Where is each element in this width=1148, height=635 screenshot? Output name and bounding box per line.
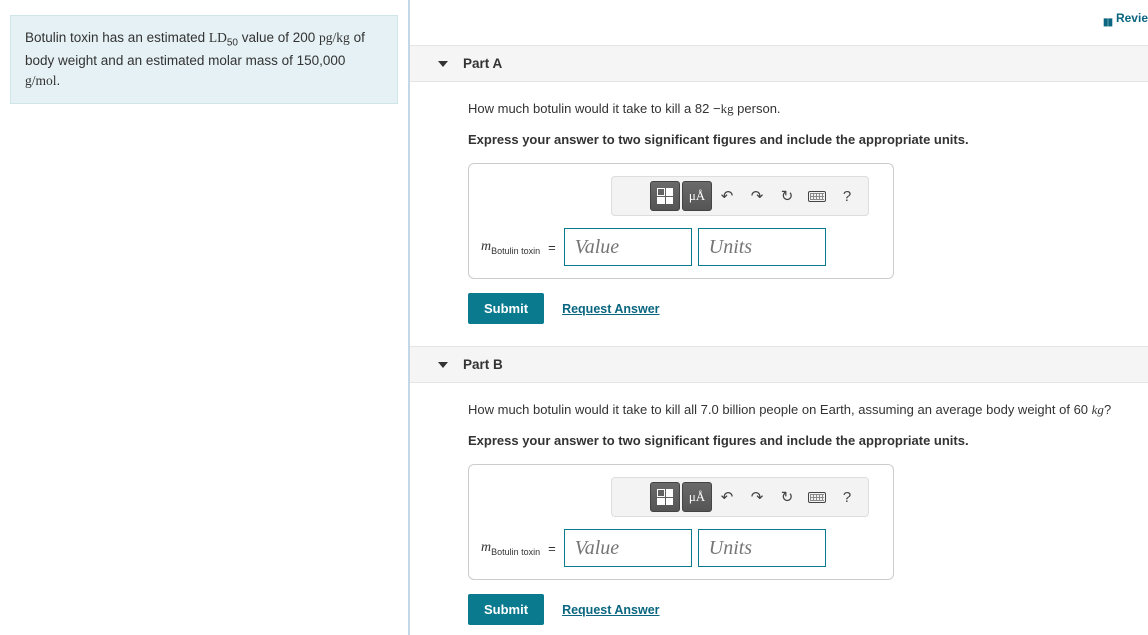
keyboard-button[interactable]: [802, 482, 832, 512]
part-b-answer-box: μÅ ↶ ↷ ↻ ? mBotulin toxin =: [468, 464, 894, 580]
special-chars-button[interactable]: μÅ: [682, 181, 712, 211]
unit-gmol: g/mol: [25, 73, 57, 88]
part-a-question: How much botulin would it take to kill a…: [468, 100, 1128, 118]
caret-down-icon[interactable]: [438, 61, 448, 67]
main-content: Revie Part A How much botulin would it t…: [410, 0, 1148, 635]
part-a-actions: Submit Request Answer: [468, 293, 1128, 324]
submit-button[interactable]: Submit: [468, 293, 544, 324]
part-a-toolbar: μÅ ↶ ↷ ↻ ?: [611, 176, 869, 216]
page-layout: Botulin toxin has an estimated LD50 valu…: [0, 0, 1148, 635]
info-text: Botulin toxin has an estimated: [25, 30, 209, 45]
variable-label: mBotulin toxin: [481, 239, 540, 256]
part-b-header[interactable]: Part B: [410, 346, 1148, 383]
special-chars-button[interactable]: μÅ: [682, 482, 712, 512]
reset-button[interactable]: ↻: [772, 482, 802, 512]
caret-down-icon[interactable]: [438, 362, 448, 368]
value-input[interactable]: [564, 228, 692, 266]
help-button[interactable]: ?: [832, 482, 862, 512]
redo-button[interactable]: ↷: [742, 181, 772, 211]
unit-pgkg: pg/kg: [319, 30, 350, 45]
part-a-body: How much botulin would it take to kill a…: [410, 82, 1148, 346]
part-a-instruction: Express your answer to two significant f…: [468, 132, 1128, 147]
value-input[interactable]: [564, 529, 692, 567]
part-b-input-row: mBotulin toxin =: [481, 529, 881, 567]
sidebar: Botulin toxin has an estimated LD50 valu…: [0, 0, 410, 635]
part-b-question: How much botulin would it take to kill a…: [468, 401, 1128, 419]
templates-button[interactable]: [650, 482, 680, 512]
keyboard-button[interactable]: [802, 181, 832, 211]
keyboard-icon: [808, 191, 826, 202]
problem-info-box: Botulin toxin has an estimated LD50 valu…: [10, 15, 398, 104]
review-link[interactable]: Revie: [1099, 11, 1148, 25]
variable-label: mBotulin toxin: [481, 540, 540, 557]
templates-button[interactable]: [650, 181, 680, 211]
equals-sign: =: [548, 541, 556, 556]
info-text: value of 200: [238, 30, 319, 45]
ld-label: LD: [209, 30, 227, 45]
review-icon: [1099, 14, 1112, 24]
units-input[interactable]: [698, 529, 826, 567]
part-a-header[interactable]: Part A: [410, 45, 1148, 82]
review-label: Revie: [1116, 11, 1148, 25]
format-group: μÅ: [650, 482, 712, 512]
format-group: μÅ: [650, 181, 712, 211]
top-bar: Revie: [410, 0, 1148, 45]
undo-button[interactable]: ↶: [712, 482, 742, 512]
request-answer-link[interactable]: Request Answer: [562, 603, 659, 617]
part-a-input-row: mBotulin toxin =: [481, 228, 881, 266]
keyboard-icon: [808, 492, 826, 503]
part-b-toolbar: μÅ ↶ ↷ ↻ ?: [611, 477, 869, 517]
units-input[interactable]: [698, 228, 826, 266]
info-text: .: [57, 73, 61, 88]
request-answer-link[interactable]: Request Answer: [562, 302, 659, 316]
redo-button[interactable]: ↷: [742, 482, 772, 512]
part-b-title: Part B: [463, 357, 503, 372]
part-b-actions: Submit Request Answer: [468, 594, 1128, 625]
part-a-title: Part A: [463, 56, 502, 71]
submit-button[interactable]: Submit: [468, 594, 544, 625]
help-button[interactable]: ?: [832, 181, 862, 211]
undo-button[interactable]: ↶: [712, 181, 742, 211]
reset-button[interactable]: ↻: [772, 181, 802, 211]
equals-sign: =: [548, 240, 556, 255]
part-b-body: How much botulin would it take to kill a…: [410, 383, 1148, 635]
part-b-instruction: Express your answer to two significant f…: [468, 433, 1128, 448]
ld-subscript: 50: [227, 38, 238, 49]
part-a-answer-box: μÅ ↶ ↷ ↻ ? mBotulin toxin =: [468, 163, 894, 279]
